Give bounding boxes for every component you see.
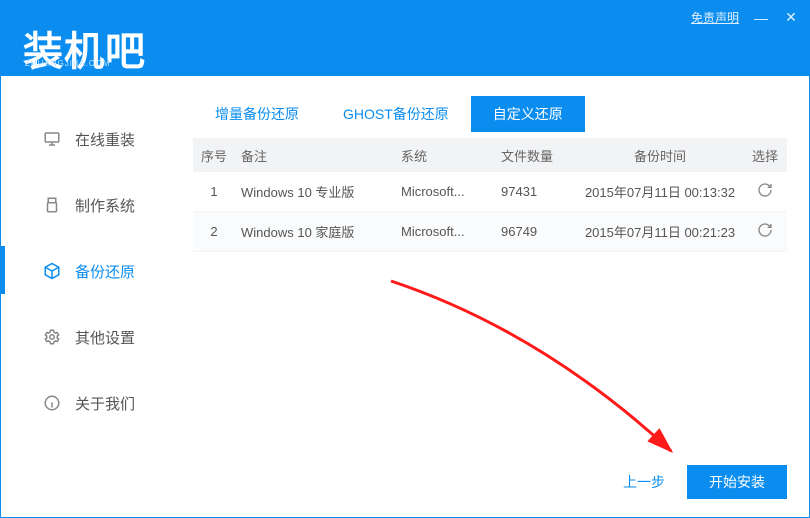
main-panel: 增量备份还原 GHOST备份还原 自定义还原 序号 备注 系统 文件数量 备份时…	[181, 76, 809, 517]
sidebar: 在线重装 制作系统 备份还原 其他设置	[1, 76, 181, 517]
cell-time: 2015年07月11日 00:13:32	[575, 182, 745, 201]
th-index: 序号	[193, 146, 235, 165]
sidebar-item-other-settings[interactable]: 其他设置	[1, 304, 181, 370]
th-remark: 备注	[235, 146, 395, 165]
disclaimer-link[interactable]: 免责声明	[691, 9, 739, 26]
sidebar-item-about[interactable]: 关于我们	[1, 370, 181, 436]
sidebar-item-online-reinstall[interactable]: 在线重装	[1, 106, 181, 172]
restore-table: 序号 备注 系统 文件数量 备份时间 选择 1 Windows 10 专业版 M…	[193, 138, 787, 252]
minimize-button[interactable]: —	[753, 10, 769, 26]
usb-icon	[43, 196, 61, 214]
body: 在线重装 制作系统 备份还原 其他设置	[1, 76, 809, 517]
gear-icon	[43, 328, 61, 346]
close-button[interactable]: ✕	[783, 10, 799, 26]
sidebar-item-backup-restore[interactable]: 备份还原	[1, 238, 181, 304]
prev-button[interactable]: 上一步	[623, 472, 665, 492]
monitor-icon	[43, 130, 61, 148]
sidebar-item-label: 备份还原	[75, 261, 135, 282]
tab-incremental[interactable]: 增量备份还原	[193, 96, 321, 132]
tabs: 增量备份还原 GHOST备份还原 自定义还原	[193, 96, 787, 132]
cell-remark: Windows 10 专业版	[235, 182, 395, 201]
table-row[interactable]: 2 Windows 10 家庭版 Microsoft... 96749 2015…	[193, 212, 787, 252]
th-system: 系统	[395, 146, 495, 165]
cell-remark: Windows 10 家庭版	[235, 222, 395, 241]
info-icon	[43, 394, 61, 412]
th-files: 文件数量	[495, 146, 575, 165]
titlebar-actions: 免责声明 — ✕	[691, 9, 799, 26]
install-button[interactable]: 开始安装	[687, 465, 787, 499]
sidebar-item-label: 在线重装	[75, 129, 135, 150]
app-logo-sub: ZHUANGJIBA.COM	[25, 59, 111, 68]
tab-ghost[interactable]: GHOST备份还原	[321, 96, 471, 132]
th-select: 选择	[745, 146, 785, 165]
app-logo: 装机吧	[23, 19, 146, 77]
refresh-icon	[757, 222, 773, 238]
table-row[interactable]: 1 Windows 10 专业版 Microsoft... 97431 2015…	[193, 172, 787, 212]
sidebar-item-make-system[interactable]: 制作系统	[1, 172, 181, 238]
table-header: 序号 备注 系统 文件数量 备份时间 选择	[193, 138, 787, 172]
footer-actions: 上一步 开始安装	[623, 465, 787, 499]
cube-icon	[43, 262, 61, 280]
refresh-icon	[757, 182, 773, 198]
row-select-icon[interactable]	[745, 222, 785, 241]
app-window: 装机吧 ZHUANGJIBA.COM 免责声明 — ✕ 在线重装 制作系统	[0, 0, 810, 518]
sidebar-item-label: 制作系统	[75, 195, 135, 216]
tab-custom[interactable]: 自定义还原	[471, 96, 585, 132]
th-time: 备份时间	[575, 146, 745, 165]
cell-time: 2015年07月11日 00:21:23	[575, 222, 745, 241]
cell-system: Microsoft...	[395, 184, 495, 199]
cell-index: 1	[193, 184, 235, 199]
row-select-icon[interactable]	[745, 182, 785, 201]
sidebar-item-label: 其他设置	[75, 327, 135, 348]
cell-index: 2	[193, 224, 235, 239]
cell-files: 97431	[495, 184, 575, 199]
cell-system: Microsoft...	[395, 224, 495, 239]
sidebar-item-label: 关于我们	[75, 393, 135, 414]
titlebar: 装机吧 ZHUANGJIBA.COM 免责声明 — ✕	[1, 1, 809, 76]
cell-files: 96749	[495, 224, 575, 239]
